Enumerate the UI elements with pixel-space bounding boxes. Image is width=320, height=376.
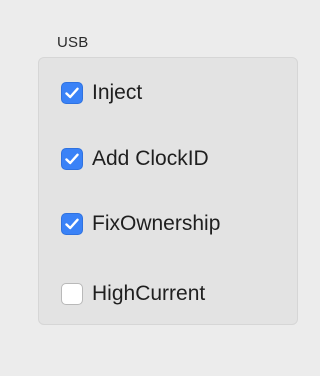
inject-checkbox-row[interactable]: Inject xyxy=(61,80,142,106)
fixownership-checkbox[interactable] xyxy=(61,213,83,235)
preferences-pane: USB Inject Add ClockID FixOwnership High… xyxy=(0,0,313,376)
usb-group-title: USB xyxy=(57,34,89,51)
highcurrent-label: HighCurrent xyxy=(92,282,206,305)
usb-options-box: Inject Add ClockID FixOwnership HighCurr… xyxy=(38,57,298,325)
inject-checkbox[interactable] xyxy=(61,82,83,104)
inject-label: Inject xyxy=(92,81,143,104)
add-clockid-label: Add ClockID xyxy=(92,147,209,170)
add-clockid-checkbox[interactable] xyxy=(61,148,83,170)
checkmark-icon xyxy=(65,87,79,99)
checkmark-icon xyxy=(65,218,79,230)
fixownership-label: FixOwnership xyxy=(92,212,221,235)
add-clockid-checkbox-row[interactable]: Add ClockID xyxy=(61,146,209,172)
checkmark-icon xyxy=(65,153,79,165)
highcurrent-checkbox[interactable] xyxy=(61,283,83,305)
fixownership-checkbox-row[interactable]: FixOwnership xyxy=(61,211,220,237)
highcurrent-checkbox-row[interactable]: HighCurrent xyxy=(61,281,205,307)
